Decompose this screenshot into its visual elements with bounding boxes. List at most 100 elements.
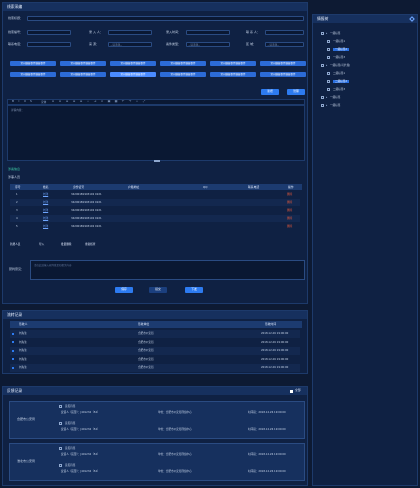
tag-chip[interactable]: 常州嫌疑事件嫌疑事件 bbox=[260, 61, 306, 66]
align-right-icon[interactable]: ≡ bbox=[79, 99, 83, 104]
color-icon[interactable]: A bbox=[58, 99, 62, 104]
person-name-link[interactable]: 刘洋 bbox=[43, 209, 48, 212]
expand-icon[interactable]: ▸ bbox=[326, 64, 327, 67]
font-select-icon[interactable]: A bbox=[51, 99, 55, 104]
tree-checkbox[interactable] bbox=[327, 88, 330, 91]
list-icon[interactable]: • bbox=[86, 99, 90, 104]
redo-icon[interactable]: ↷ bbox=[128, 99, 132, 104]
signer-name: 刘先生 bbox=[19, 357, 27, 361]
feedback-checkbox[interactable] bbox=[59, 422, 63, 426]
feedback-group bbox=[9, 401, 305, 439]
tree-node-label[interactable]: 二级标签2 bbox=[333, 79, 350, 83]
tree-checkbox[interactable] bbox=[321, 32, 325, 36]
save-button[interactable]: 保存 bbox=[115, 287, 133, 293]
id-number: 342901B1993102 0221 bbox=[71, 209, 102, 212]
tree-checkbox[interactable] bbox=[321, 64, 325, 68]
font-family-select[interactable]: 宋体 bbox=[41, 101, 46, 104]
suspect-action-link[interactable]: 重复核查 bbox=[85, 243, 95, 246]
tree-checkbox[interactable] bbox=[321, 96, 325, 100]
manage-button[interactable]: 管理 bbox=[287, 89, 305, 95]
bold-icon[interactable]: B bbox=[11, 99, 15, 104]
image-icon[interactable]: ▣ bbox=[107, 99, 111, 104]
align-center-icon[interactable]: ≡ bbox=[72, 99, 76, 104]
suspect-header-cell: 操作 bbox=[288, 184, 294, 189]
expand-icon[interactable]: ▸ bbox=[326, 32, 327, 35]
tag-chip[interactable]: 常州嫌疑事件嫌疑事件 bbox=[60, 72, 106, 77]
tree-node-label[interactable]: 一级标签(可扩展) bbox=[330, 64, 350, 67]
feedback-status: 意见待签 bbox=[65, 405, 76, 409]
tag-chip[interactable]: 常州嫌疑事件嫌疑事件 bbox=[160, 72, 206, 77]
tree-node-label[interactable]: 二级标签1 bbox=[333, 72, 345, 75]
tree-node-label[interactable]: 一级标签3 bbox=[333, 56, 345, 59]
clue-number-input[interactable] bbox=[27, 30, 71, 35]
tag-chip[interactable]: 常州嫌疑事件嫌疑事件 bbox=[110, 61, 156, 66]
issue-button[interactable]: 下发 bbox=[185, 287, 203, 293]
link-icon[interactable]: ∞ bbox=[100, 99, 104, 104]
expand-icon[interactable]: ▸ bbox=[326, 96, 327, 99]
tree-checkbox[interactable] bbox=[327, 80, 330, 83]
suspect-action-link[interactable]: 导入 bbox=[39, 243, 44, 246]
rich-text-editor[interactable]: 详情内容： bbox=[7, 105, 305, 161]
tag-chip[interactable]: 常州嫌疑事件嫌疑事件 bbox=[10, 61, 56, 66]
undo-icon[interactable]: ↶ bbox=[121, 99, 125, 104]
person-name-link[interactable]: 刘洋 bbox=[43, 201, 48, 204]
entry-time-input[interactable] bbox=[186, 30, 230, 35]
reporter-input[interactable] bbox=[108, 30, 152, 35]
delete-link[interactable]: 删除 bbox=[287, 217, 292, 220]
contact-input[interactable] bbox=[265, 30, 304, 35]
suspect-action-link[interactable]: 批量删除 bbox=[61, 243, 71, 246]
feedback-checkbox[interactable] bbox=[59, 447, 63, 451]
tree-node-label[interactable]: 一级标签 bbox=[330, 96, 340, 99]
opinion-textarea[interactable]: 请在此处输入研判意见和相关内容 bbox=[30, 260, 305, 280]
transfer-header-signer: 签收人 bbox=[19, 321, 28, 326]
delete-link[interactable]: 删除 bbox=[287, 201, 292, 204]
align-left-icon[interactable]: ≡ bbox=[65, 99, 69, 104]
submit-button[interactable]: 提交 bbox=[149, 287, 167, 293]
feedback-checkbox[interactable] bbox=[59, 405, 63, 409]
editor-resize-handle[interactable] bbox=[154, 160, 160, 162]
fullscreen-icon[interactable]: ⤢ bbox=[142, 99, 146, 104]
person-name-link[interactable]: 刘洋 bbox=[43, 217, 48, 220]
tree-checkbox[interactable] bbox=[327, 48, 330, 51]
code-icon[interactable]: ‹› bbox=[135, 99, 139, 104]
clue-title-input[interactable] bbox=[27, 16, 304, 21]
tree-node-label[interactable]: 一级标签1 bbox=[333, 40, 345, 43]
source-select[interactable]: --请选择-- bbox=[108, 42, 152, 47]
phone-input[interactable] bbox=[27, 42, 71, 47]
delete-link[interactable]: 删除 bbox=[287, 209, 292, 212]
tag-chip[interactable]: 常州嫌疑事件嫌疑事件 bbox=[110, 72, 156, 77]
expand-icon[interactable]: ▸ bbox=[326, 104, 327, 107]
tag-chip[interactable]: 常州嫌疑事件嫌疑事件 bbox=[10, 72, 56, 77]
feedback-org: 合肥市公安局 bbox=[17, 417, 36, 421]
delete-link[interactable]: 删除 bbox=[287, 193, 292, 196]
strike-icon[interactable]: S bbox=[29, 99, 33, 104]
delete-link[interactable]: 删除 bbox=[287, 225, 292, 228]
feedback-checkbox[interactable] bbox=[59, 464, 63, 468]
tag-chip[interactable]: 常州嫌疑事件嫌疑事件 bbox=[60, 61, 106, 66]
tree-node-label[interactable]: 一级标签2 bbox=[333, 47, 350, 51]
tree-node-label[interactable]: 一级标签 bbox=[330, 32, 340, 35]
indent-icon[interactable]: ⇥ bbox=[93, 99, 97, 104]
person-name-link[interactable]: 刘洋 bbox=[43, 193, 48, 196]
table-icon[interactable]: ▦ bbox=[114, 99, 118, 104]
tree-checkbox[interactable] bbox=[327, 56, 330, 59]
id-number: 342901B1993102 0221 bbox=[71, 217, 102, 220]
area-select[interactable]: --请选择-- bbox=[265, 42, 304, 47]
tree-checkbox[interactable] bbox=[327, 40, 330, 43]
tree-node-label[interactable]: 一级标签 bbox=[330, 104, 340, 107]
person-name-link[interactable]: 刘洋 bbox=[43, 225, 48, 228]
case-type-select[interactable]: --请选择-- bbox=[186, 42, 230, 47]
add-button[interactable]: 新增 bbox=[261, 89, 279, 95]
tree-checkbox[interactable] bbox=[327, 72, 330, 75]
feedback-toggle-checkbox[interactable] bbox=[290, 389, 293, 393]
underline-icon[interactable]: U bbox=[23, 99, 27, 104]
tag-chip[interactable]: 常州嫌疑事件嫌疑事件 bbox=[210, 72, 256, 77]
tree-checkbox[interactable] bbox=[321, 104, 325, 108]
tag-chip[interactable]: 常州嫌疑事件嫌疑事件 bbox=[210, 61, 256, 66]
feedback-org: 淮北市公安局 bbox=[17, 459, 36, 463]
suspect-action-link[interactable]: 新增人员 bbox=[10, 243, 20, 246]
tag-chip[interactable]: 常州嫌疑事件嫌疑事件 bbox=[160, 61, 206, 66]
tree-node-label[interactable]: 二级标签3 bbox=[333, 88, 345, 91]
italic-icon[interactable]: I bbox=[17, 99, 21, 104]
tag-chip[interactable]: 常州嫌疑事件嫌疑事件 bbox=[260, 72, 306, 77]
